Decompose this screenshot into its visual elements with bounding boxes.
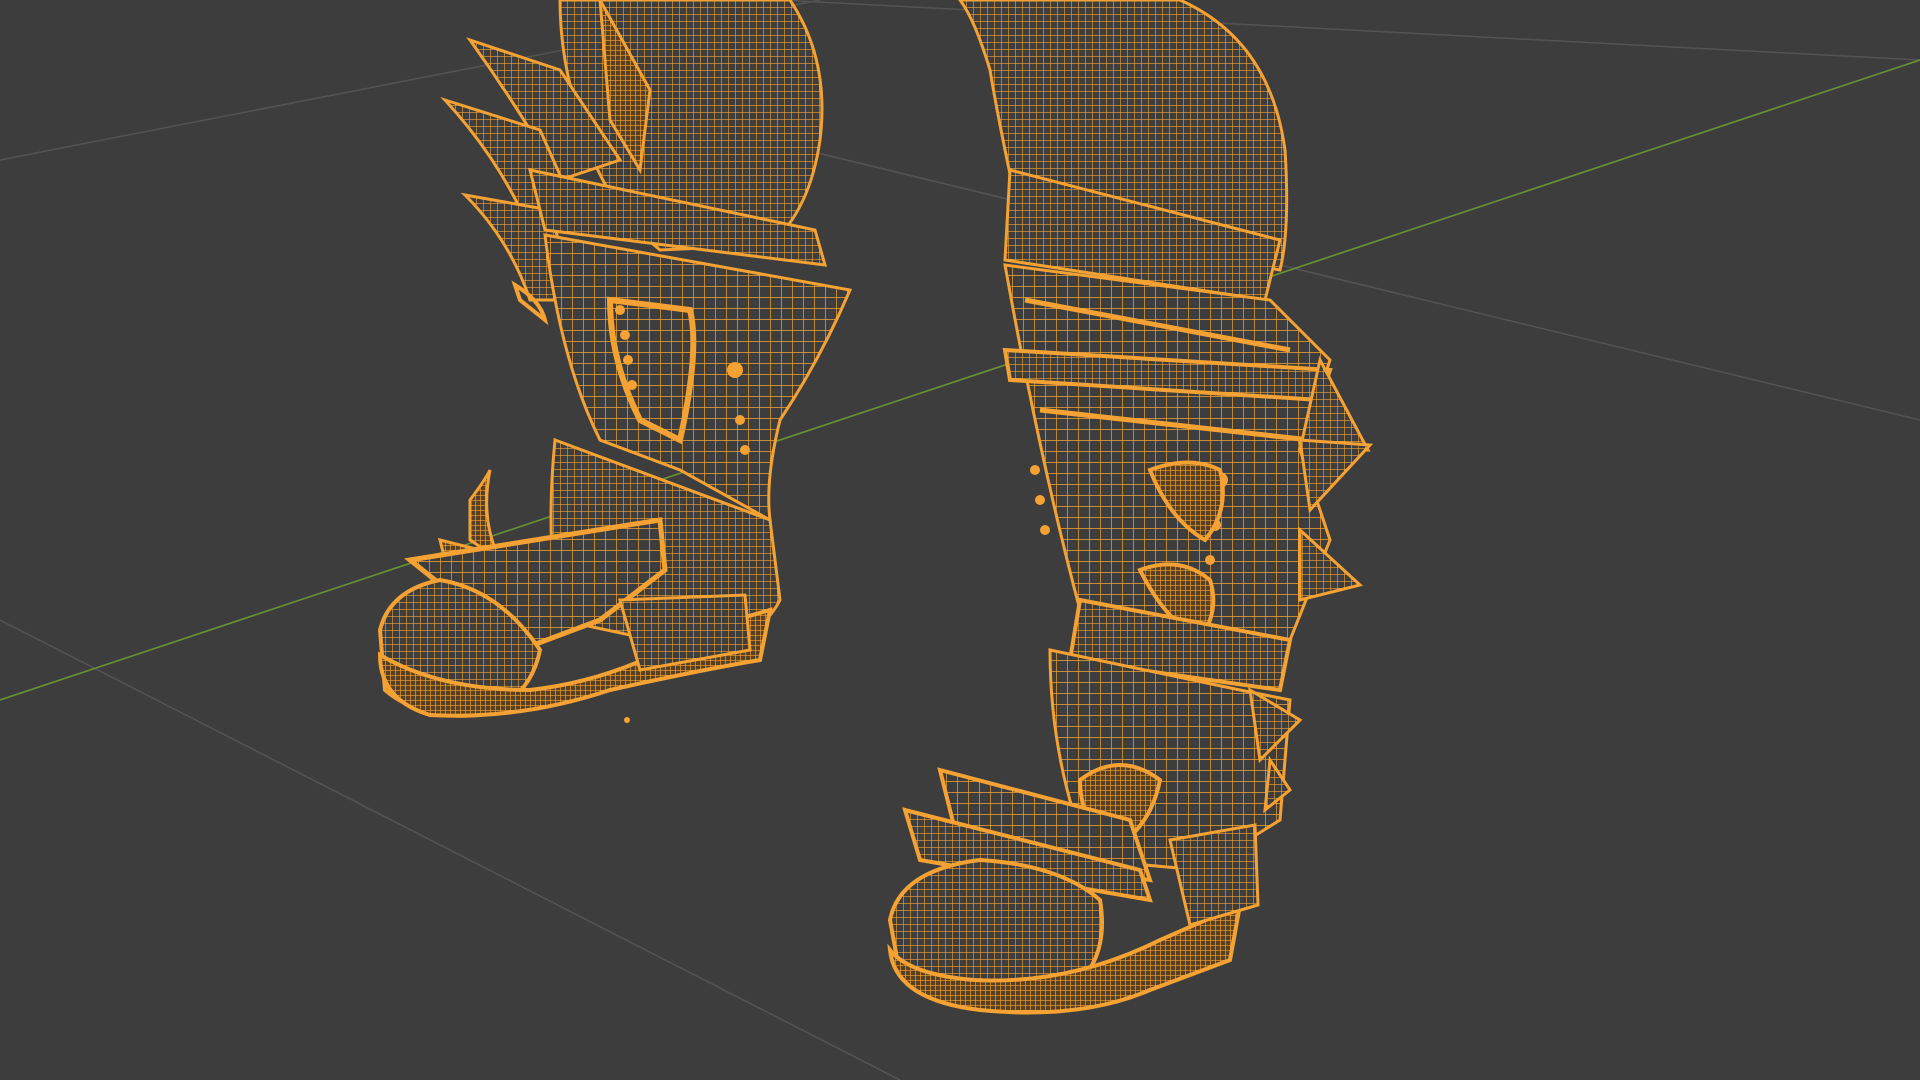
y-axis-line [0,59,1920,701]
3d-viewport[interactable] [0,0,1920,1080]
object-origin-dot[interactable] [624,717,630,723]
viewport-canvas[interactable] [0,0,1920,1080]
right-boot[interactable] [887,168,1374,1015]
